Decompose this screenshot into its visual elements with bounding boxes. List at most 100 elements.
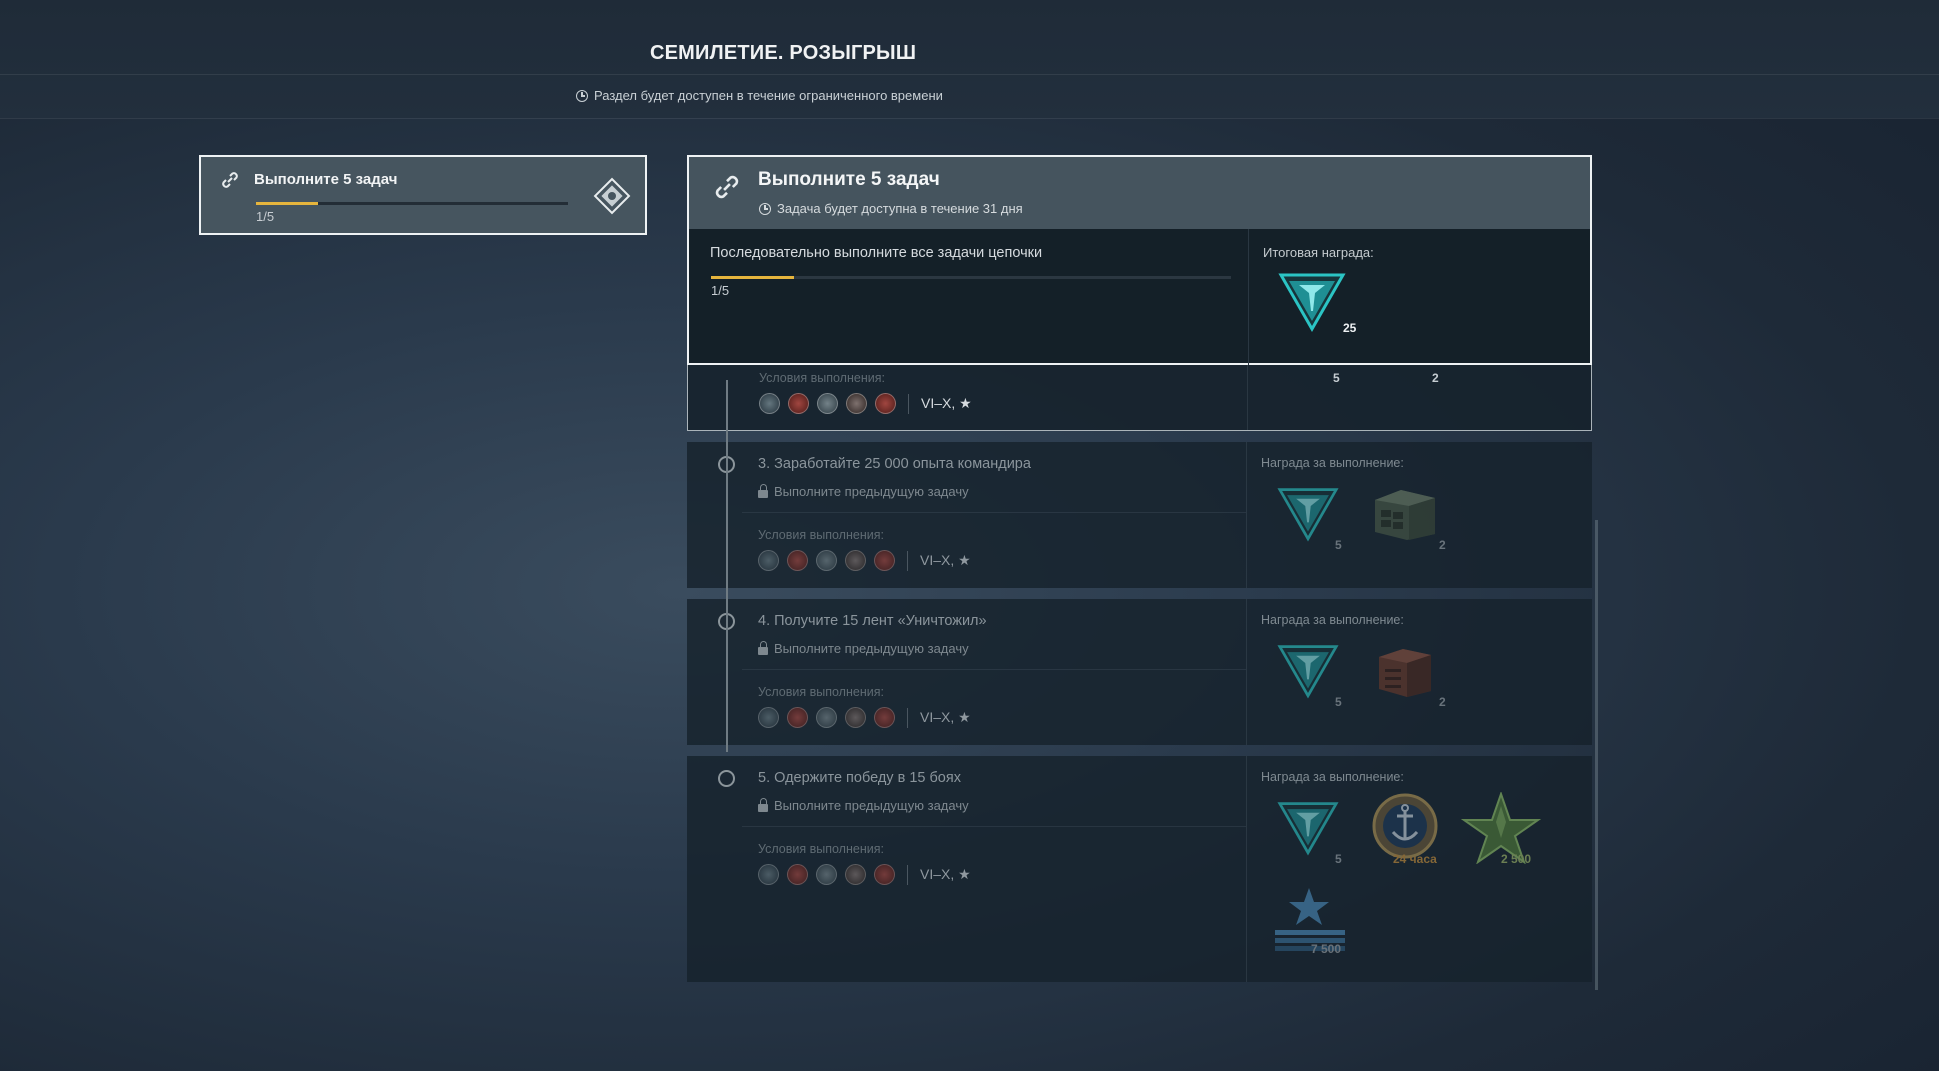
task-lock-note: Выполните предыдущую задачу bbox=[758, 797, 969, 813]
reward-qty: 5 bbox=[1335, 695, 1342, 709]
battleship-class-icon bbox=[816, 864, 837, 885]
battleship-class-icon bbox=[817, 393, 838, 414]
conditions-label: Условия выполнения: bbox=[758, 842, 884, 856]
task-row[interactable]: 3. Заработайте 25 000 опыта командира Вы… bbox=[687, 442, 1592, 588]
details-header: Выполните 5 задач Задача будет доступна … bbox=[689, 157, 1590, 229]
link-icon bbox=[715, 175, 739, 199]
reward-item[interactable]: 7 500 bbox=[1271, 886, 1361, 956]
reward-item[interactable]: 2 bbox=[1371, 486, 1461, 552]
task-divider bbox=[1246, 756, 1247, 982]
tier-range: VI–X, ★ bbox=[920, 866, 971, 882]
carrier-class-icon bbox=[845, 550, 866, 571]
tier-range: VI–X, ★ bbox=[921, 395, 972, 411]
submarine-class-icon bbox=[874, 864, 895, 885]
page-title: СЕМИЛЕТИЕ. РОЗЫГРЫШ bbox=[650, 42, 917, 64]
reward-qty: 5 bbox=[1335, 538, 1342, 552]
details-title: Выполните 5 задач bbox=[758, 169, 940, 190]
final-reward-label: Итоговая награда: bbox=[1263, 245, 1374, 260]
final-reward-qty: 25 bbox=[1343, 321, 1357, 335]
scrollbar[interactable] bbox=[1595, 520, 1598, 990]
conditions-label: Условия выполнения: bbox=[759, 371, 885, 385]
reward-qty: 5 bbox=[1333, 371, 1340, 385]
carrier-class-icon bbox=[845, 864, 866, 885]
reward-item[interactable]: 2 bbox=[1371, 643, 1461, 709]
reward-label: Награда за выполнение: bbox=[1261, 456, 1404, 470]
reward-qty: 2 bbox=[1432, 371, 1439, 385]
clock-icon bbox=[576, 89, 588, 102]
cruiser-class-icon bbox=[788, 393, 809, 414]
task-divider bbox=[1246, 599, 1247, 745]
details-subtitle: Задача будет доступна в течение 31 дня bbox=[759, 201, 1023, 216]
task-lock-note: Выполните предыдущую задачу bbox=[758, 483, 969, 499]
diamond-icon bbox=[593, 177, 631, 215]
chain-card[interactable]: Выполните 5 задач 1/5 bbox=[199, 155, 647, 235]
task-row-separator bbox=[742, 669, 1246, 670]
carrier-class-icon bbox=[845, 707, 866, 728]
submarine-class-icon bbox=[875, 393, 896, 414]
details-progress-fill bbox=[711, 276, 795, 279]
reward-qty: 2 500 bbox=[1501, 852, 1532, 866]
task-title: 3. Заработайте 25 000 опыта командира bbox=[758, 456, 1031, 472]
lock-icon bbox=[758, 483, 768, 498]
reward-qty: 24 часа bbox=[1393, 852, 1437, 866]
reward-item[interactable]: 5 bbox=[1273, 800, 1353, 866]
task-lock-text: Выполните предыдущую задачу bbox=[774, 798, 969, 813]
task-lock-note: Выполните предыдущую задачу bbox=[758, 640, 969, 656]
conditions-label: Условия выполнения: bbox=[758, 528, 884, 542]
container-icon bbox=[1375, 490, 1435, 540]
conditions-label: Условия выполнения: bbox=[758, 685, 884, 699]
link-icon bbox=[222, 172, 238, 188]
header-band bbox=[0, 0, 1939, 118]
commemorative-token-icon bbox=[1278, 273, 1346, 333]
submarine-class-icon bbox=[874, 550, 895, 571]
cruiser-class-icon bbox=[787, 707, 808, 728]
task-row-separator bbox=[742, 512, 1246, 513]
chain-card-title: Выполните 5 задач bbox=[254, 171, 398, 188]
conditions-divider bbox=[907, 550, 908, 571]
reward-item[interactable]: 5 bbox=[1273, 643, 1353, 709]
lock-icon bbox=[758, 640, 768, 655]
destroyer-class-icon bbox=[759, 393, 780, 414]
task-row[interactable]: 4. Получите 15 лент «Уничтожил» Выполнит… bbox=[687, 599, 1592, 745]
page-subtitle: Раздел будет доступен в течение ограниче… bbox=[576, 88, 943, 103]
chain-progress-bar bbox=[256, 202, 568, 205]
task-status-circle bbox=[718, 770, 735, 787]
details-progress-bar bbox=[711, 276, 1231, 279]
chain-progress-count: 1/5 bbox=[256, 209, 275, 224]
commemorative-token-icon bbox=[1277, 802, 1339, 856]
reward-label: Награда за выполнение: bbox=[1261, 770, 1404, 784]
chain-connector bbox=[726, 380, 728, 752]
cruiser-class-icon bbox=[787, 864, 808, 885]
task-divider bbox=[1246, 442, 1247, 588]
tier-range: VI–X, ★ bbox=[920, 709, 971, 725]
lock-icon bbox=[758, 797, 768, 812]
conditions-divider bbox=[908, 393, 909, 414]
conditions-divider bbox=[907, 707, 908, 728]
reward-item[interactable]: 2 500 bbox=[1460, 790, 1557, 868]
ship-class-conditions: VI–X, ★ bbox=[759, 393, 972, 414]
ship-class-conditions: VI–X, ★ bbox=[758, 707, 971, 728]
task-row[interactable]: 5. Одержите победу в 15 боях Выполните п… bbox=[687, 756, 1592, 982]
chain-progress-fill bbox=[256, 202, 319, 205]
details-description: Последовательно выполните все задачи цеп… bbox=[710, 245, 1043, 261]
battleship-class-icon bbox=[816, 707, 837, 728]
reward-container: 2 bbox=[1432, 371, 1452, 391]
cruiser-class-icon bbox=[787, 550, 808, 571]
destroyer-class-icon bbox=[758, 707, 779, 728]
reward-label: Награда за выполнение: bbox=[1261, 613, 1404, 627]
final-reward[interactable]: 25 bbox=[1277, 271, 1356, 337]
reward-qty: 5 bbox=[1335, 852, 1342, 866]
task-title: 5. Одержите победу в 15 боях bbox=[758, 770, 961, 786]
destroyer-class-icon bbox=[758, 864, 779, 885]
header-divider bbox=[0, 74, 1939, 75]
reward-item[interactable]: 5 bbox=[1273, 486, 1353, 552]
page-subtitle-text: Раздел будет доступен в течение ограниче… bbox=[594, 88, 943, 103]
reward-qty: 2 bbox=[1439, 538, 1446, 552]
commemorative-token-icon bbox=[1277, 488, 1339, 542]
reward-item[interactable]: 24 часа bbox=[1371, 792, 1461, 868]
clock-icon bbox=[759, 202, 771, 215]
details-progress-count: 1/5 bbox=[711, 283, 730, 298]
ship-class-conditions: VI–X, ★ bbox=[758, 550, 971, 571]
details-divider bbox=[1248, 229, 1249, 365]
reward-token: 5 bbox=[1333, 371, 1353, 391]
